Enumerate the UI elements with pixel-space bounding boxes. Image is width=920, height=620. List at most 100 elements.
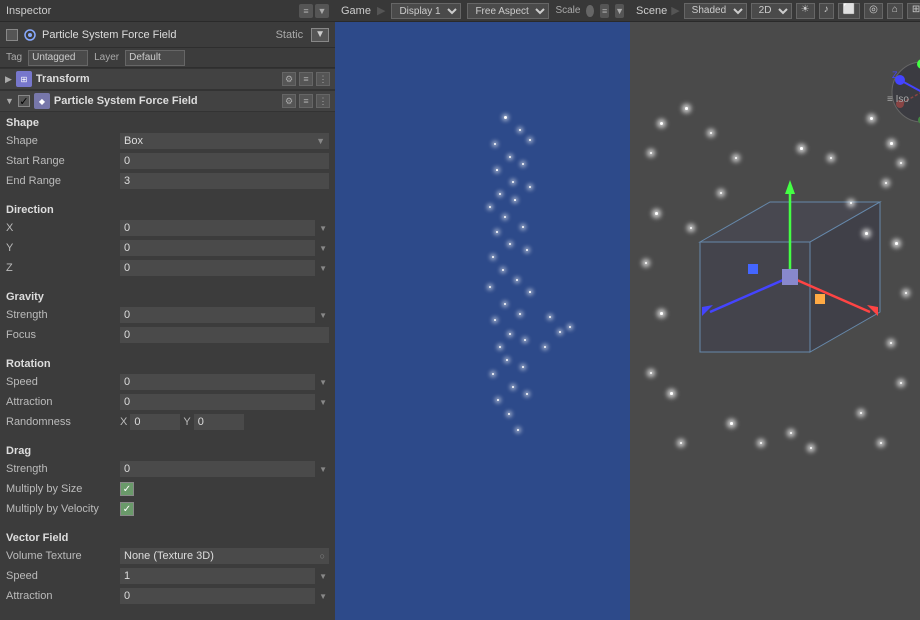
transform-toggle[interactable]: ▶ <box>5 74 12 85</box>
game-scale-dot <box>586 5 594 17</box>
gravity-focus-row: Focus <box>0 325 335 345</box>
randomness-x-input[interactable] <box>130 414 180 430</box>
scene-particle <box>800 147 803 150</box>
game-particle <box>522 366 524 368</box>
transform-settings-btn[interactable]: ⚙ <box>282 72 296 86</box>
game-panel-menu[interactable]: ≡ <box>600 4 609 18</box>
component-menu-btn[interactable]: ≡ <box>299 94 313 108</box>
game-particle <box>494 143 496 145</box>
drag-strength-input[interactable] <box>120 461 315 477</box>
direction-z-label: Z <box>6 262 116 274</box>
shape-shape-value: Box ▼ <box>120 133 329 149</box>
scene-particle <box>900 162 902 164</box>
vf-speed-arrow[interactable]: ▼ <box>317 572 329 581</box>
direction-z-arrow[interactable]: ▼ <box>317 264 329 273</box>
end-range-value <box>120 173 329 189</box>
layer-value[interactable]: Default <box>125 50 185 66</box>
scene-particle <box>900 382 902 384</box>
game-toolbar: Game ▶ Display 1 Free Aspect Scale ≡ ▼ <box>335 0 630 22</box>
vf-speed-input[interactable] <box>120 568 315 584</box>
static-dropdown-btn[interactable]: ▼ <box>311 28 329 42</box>
game-panel-collapse[interactable]: ▼ <box>615 4 624 18</box>
component-settings-btn[interactable]: ⚙ <box>282 94 296 108</box>
gravity-focus-input[interactable] <box>120 327 329 343</box>
direction-x-input[interactable] <box>120 220 315 236</box>
multiply-size-checkbox[interactable]: ✓ <box>120 482 134 496</box>
direction-x-value: ▼ <box>120 220 329 236</box>
start-range-input[interactable] <box>120 153 329 169</box>
scene-light-btn[interactable]: ☀ <box>796 3 815 19</box>
vf-speed-label: Speed <box>6 570 116 582</box>
game-particle <box>524 339 526 341</box>
scene-2d-select[interactable]: 2D <box>751 3 792 19</box>
game-particle <box>526 249 528 251</box>
volume-texture-row: Volume Texture None (Texture 3D) ○ <box>0 546 335 566</box>
transform-menu-btn[interactable]: ≡ <box>299 72 313 86</box>
svg-text:Z: Z <box>892 70 898 80</box>
scene-particle <box>905 292 907 294</box>
scene-particle <box>735 157 737 159</box>
inspector-panel-controls: ≡ ▼ <box>299 4 329 18</box>
direction-y-input[interactable] <box>120 240 315 256</box>
shape-dropdown[interactable]: Box ▼ <box>120 133 329 149</box>
rotation-speed-arrow[interactable]: ▼ <box>317 378 329 387</box>
multiply-velocity-checkbox[interactable]: ✓ <box>120 502 134 516</box>
scene-gizmos-btn[interactable]: ◎ <box>864 3 883 19</box>
component-enabled-checkbox[interactable]: ✓ <box>18 95 30 107</box>
scene-shading-select[interactable]: Shaded <box>684 3 747 19</box>
vf-attraction-input[interactable] <box>120 588 315 604</box>
rotation-speed-input[interactable] <box>120 374 315 390</box>
randomness-y-letter: Y <box>183 416 190 428</box>
game-particle <box>499 346 501 348</box>
layer-label: Layer <box>94 52 119 63</box>
vf-attraction-arrow[interactable]: ▼ <box>317 592 329 601</box>
scene-more-btn[interactable]: ⌂ <box>887 3 903 19</box>
transform-extra-btn[interactable]: ⋮ <box>316 72 330 86</box>
inspector-menu-btn[interactable]: ≡ <box>299 4 313 18</box>
vf-attraction-wrap <box>120 588 315 604</box>
game-aspect-select[interactable]: Free Aspect <box>467 3 549 19</box>
direction-x-arrow[interactable]: ▼ <box>317 224 329 233</box>
scene-gizmo: XYZ≡ Iso <box>882 52 920 132</box>
component-icon: ◆ <box>34 93 50 109</box>
randomness-x-letter: X <box>120 416 127 428</box>
scene-grid-btn[interactable]: ⊞ <box>907 3 920 19</box>
scene-effects-btn[interactable]: ⬜ <box>838 3 860 19</box>
scene-particle <box>790 432 792 434</box>
component-extra-btn[interactable]: ⋮ <box>316 94 330 108</box>
gravity-strength-input[interactable] <box>120 307 315 323</box>
game-particle <box>569 326 571 328</box>
rotation-attraction-arrow[interactable]: ▼ <box>317 398 329 407</box>
multiply-velocity-label: Multiply by Velocity <box>6 503 116 515</box>
rotation-attraction-input[interactable] <box>120 394 315 410</box>
scene-particle <box>850 202 852 204</box>
tag-value[interactable]: Untagged <box>28 50 88 66</box>
drag-strength-arrow[interactable]: ▼ <box>317 465 329 474</box>
inspector-collapse-btn[interactable]: ▼ <box>315 4 329 18</box>
scene-particle <box>650 152 652 154</box>
svg-text:≡ Iso: ≡ Iso <box>887 94 909 105</box>
gravity-strength-arrow[interactable]: ▼ <box>317 311 329 320</box>
component-toggle[interactable]: ▼ <box>5 96 14 106</box>
game-title: Game <box>341 5 371 17</box>
game-particle <box>549 316 551 318</box>
static-label: Static <box>276 29 304 41</box>
randomness-y-input[interactable] <box>194 414 244 430</box>
game-display-select[interactable]: Display 1 <box>391 3 461 19</box>
end-range-input[interactable] <box>120 173 329 189</box>
object-enabled-checkbox[interactable] <box>6 29 18 41</box>
game-particle <box>522 163 524 165</box>
game-particle <box>529 186 531 188</box>
direction-z-row: Z ▼ <box>0 258 335 278</box>
vf-speed-value: ▼ <box>120 568 329 584</box>
game-sep1: ▶ <box>377 4 385 17</box>
game-particle <box>492 256 494 258</box>
multiply-velocity-row: Multiply by Velocity ✓ <box>0 499 335 519</box>
volume-texture-dropdown[interactable]: None (Texture 3D) ○ <box>120 548 329 564</box>
direction-z-input[interactable] <box>120 260 315 276</box>
gravity-strength-value: ▼ <box>120 307 329 323</box>
direction-y-arrow[interactable]: ▼ <box>317 244 329 253</box>
object-icon <box>22 27 38 43</box>
rotation-attraction-value: ▼ <box>120 394 329 410</box>
scene-audio-btn[interactable]: ♪ <box>819 3 834 19</box>
